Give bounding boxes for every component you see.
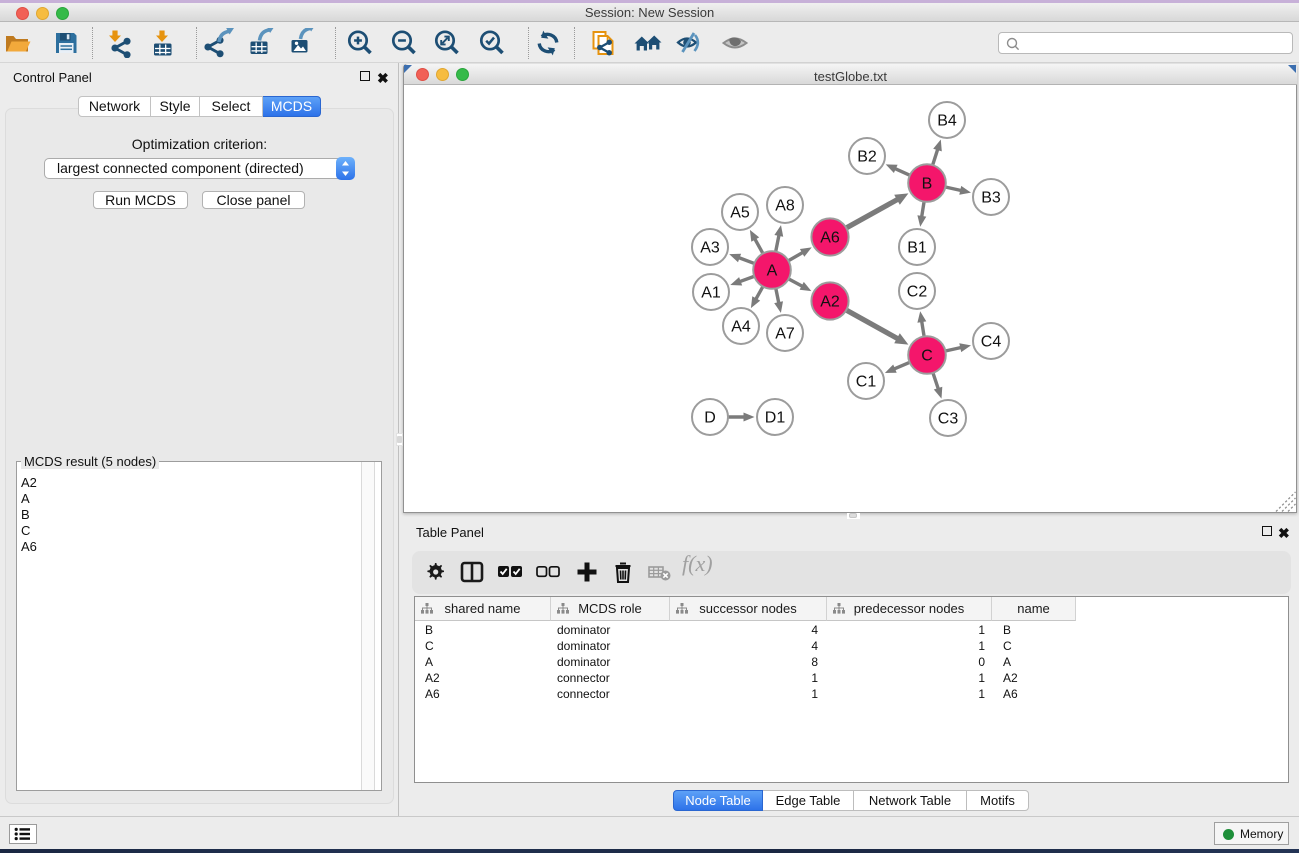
svg-text:A4: A4	[731, 319, 751, 336]
svg-text:A3: A3	[700, 240, 720, 257]
svg-text:A1: A1	[701, 285, 721, 302]
svg-text:D: D	[704, 410, 716, 427]
svg-text:C: C	[921, 348, 933, 365]
svg-text:A2: A2	[820, 294, 840, 311]
svg-text:A7: A7	[775, 326, 795, 343]
svg-text:B4: B4	[937, 113, 957, 130]
svg-text:C1: C1	[856, 374, 877, 391]
svg-text:A8: A8	[775, 198, 795, 215]
svg-text:B: B	[922, 176, 933, 193]
svg-text:D1: D1	[765, 410, 786, 427]
svg-text:A: A	[767, 263, 778, 280]
svg-text:C4: C4	[981, 334, 1002, 351]
svg-text:B2: B2	[857, 149, 877, 166]
svg-text:B3: B3	[981, 190, 1001, 207]
svg-text:f(x): f(x)	[682, 552, 713, 576]
svg-text:B1: B1	[907, 240, 927, 257]
svg-text:A6: A6	[820, 230, 840, 247]
svg-text:C3: C3	[938, 411, 959, 428]
svg-text:A5: A5	[730, 205, 750, 222]
svg-text:C2: C2	[907, 284, 928, 301]
